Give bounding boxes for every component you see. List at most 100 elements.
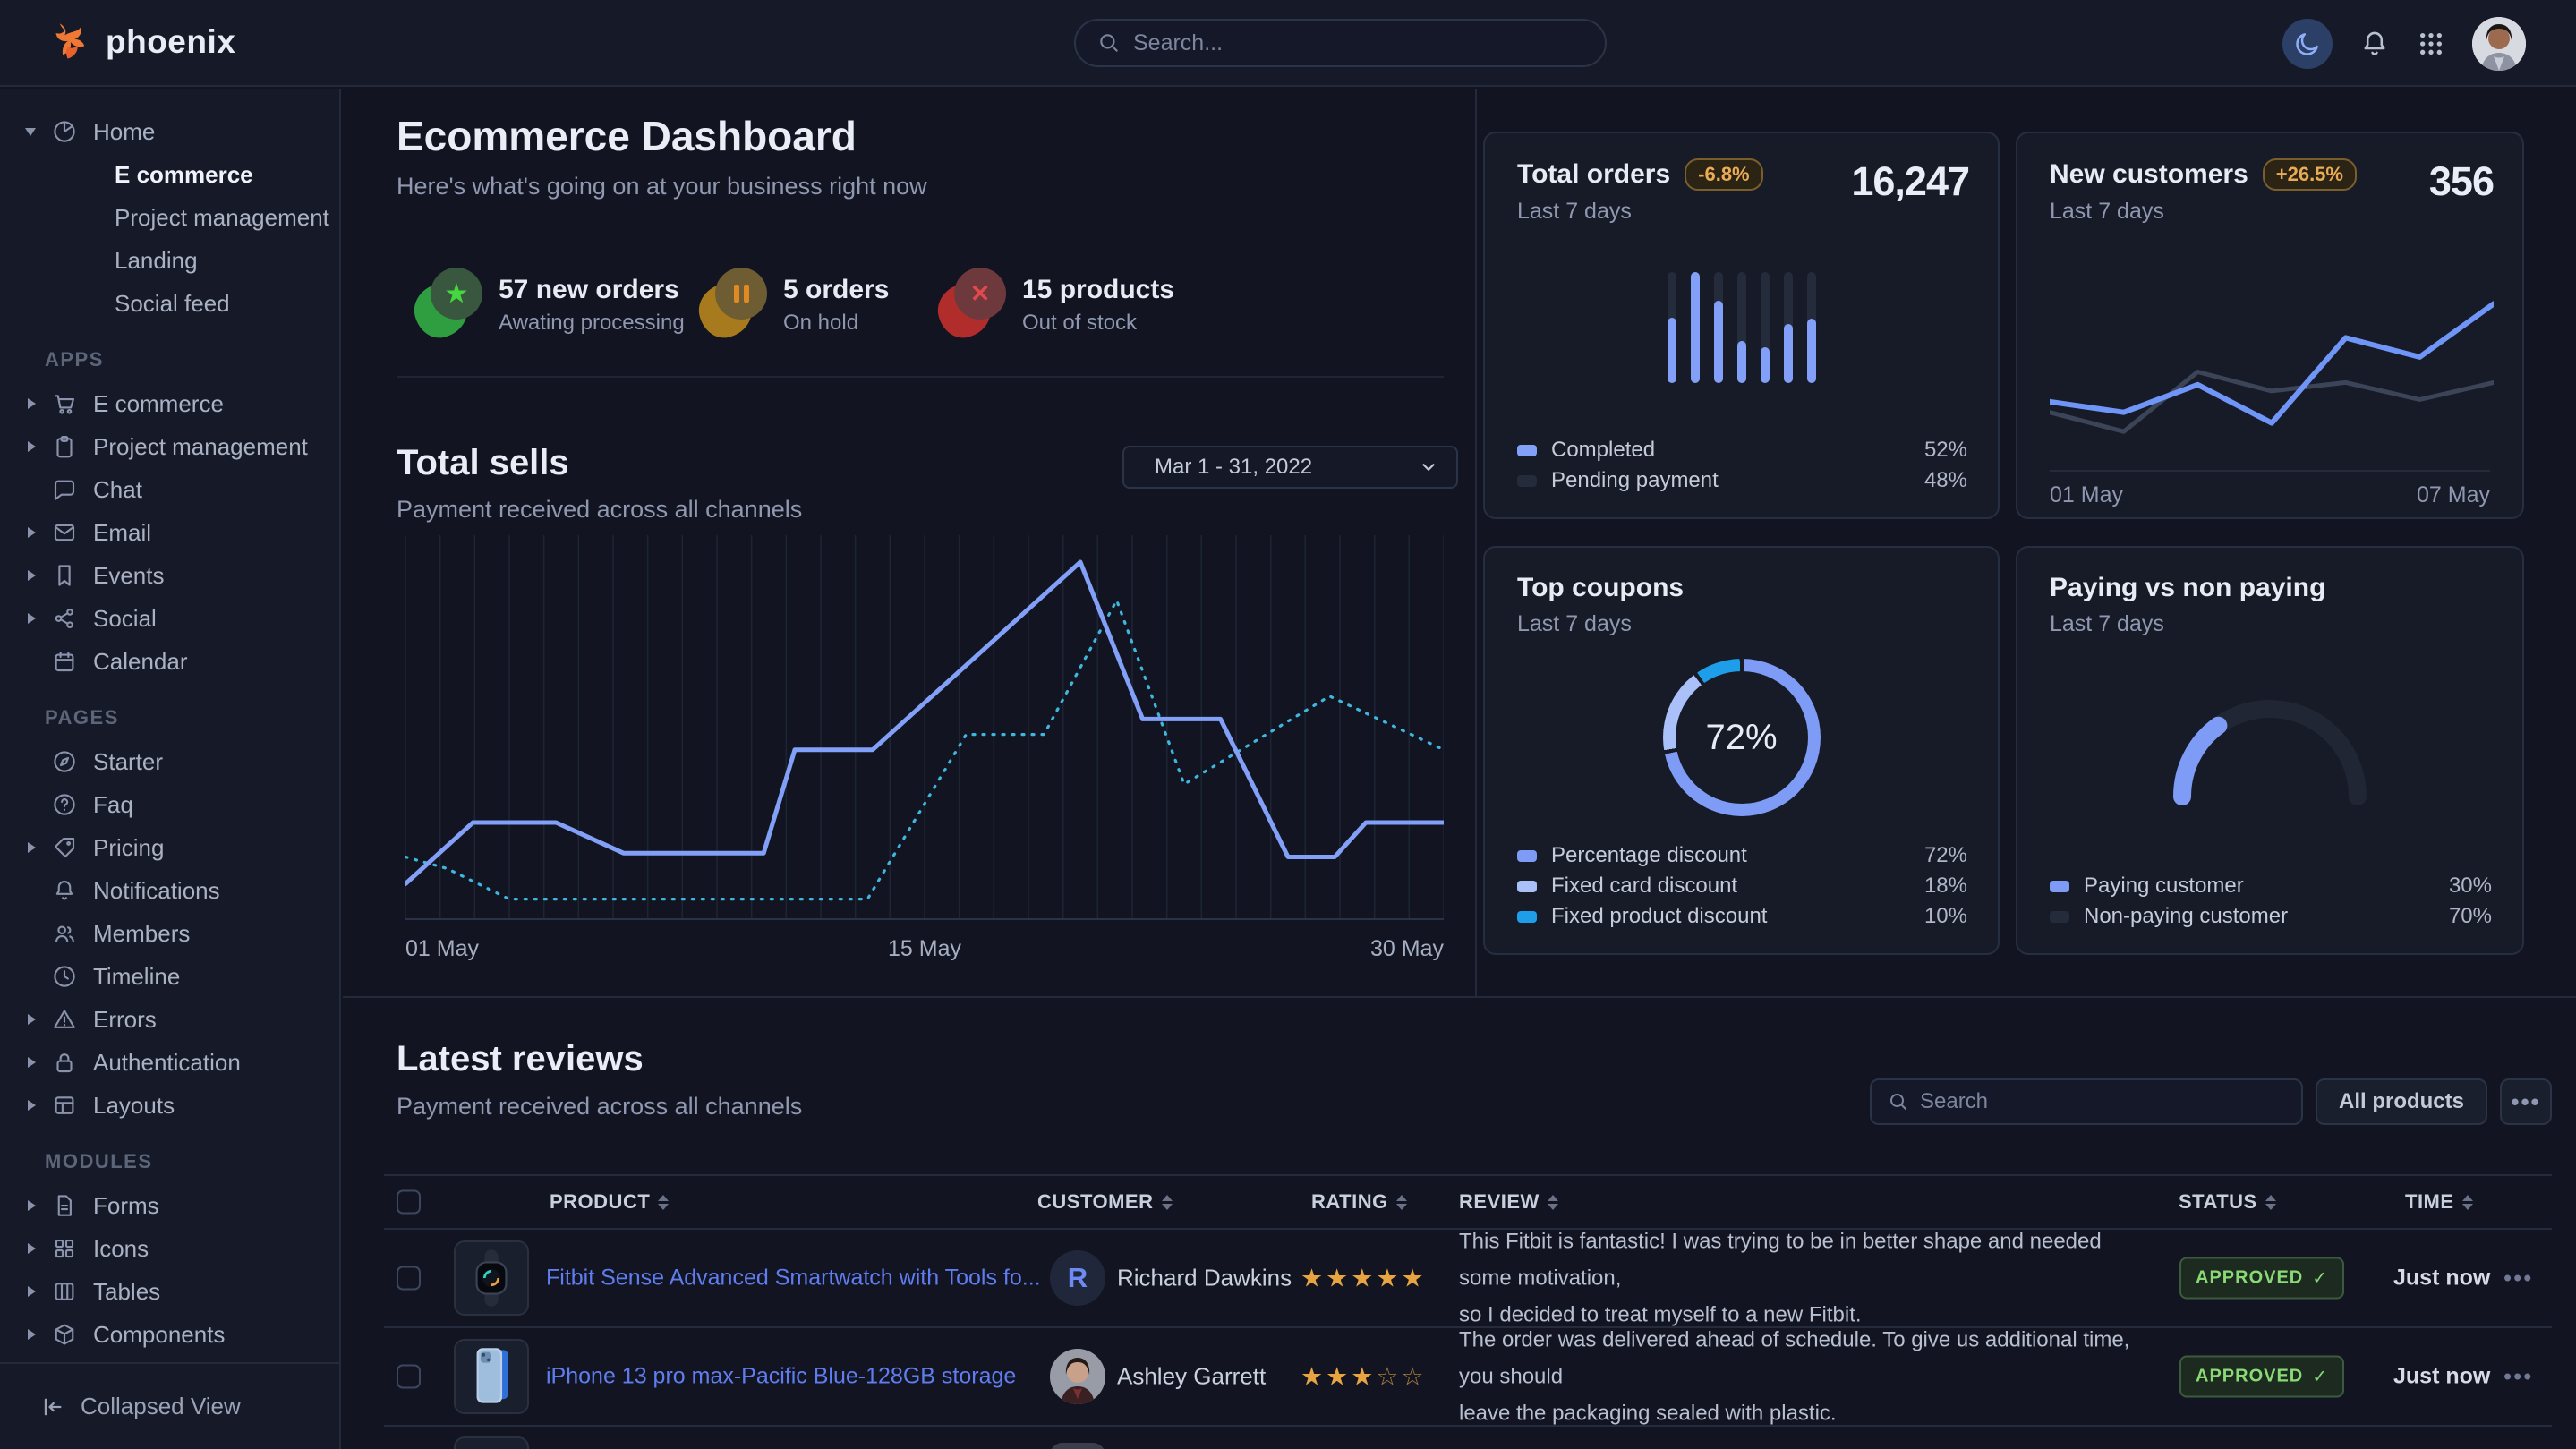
total-orders-change-badge: -6.8% <box>1685 158 1762 191</box>
notifications-button[interactable] <box>2359 29 2390 59</box>
column-header-product[interactable]: PRODUCT <box>550 1190 669 1214</box>
column-header-time[interactable]: TIME <box>2405 1190 2473 1214</box>
legend-item-non-paying-customer: Non-paying customer70% <box>2050 901 2492 932</box>
star-filled-icon: ★ <box>1326 1363 1351 1391</box>
legend-item-completed: Completed52% <box>1517 435 1967 465</box>
theme-toggle-button[interactable] <box>2282 19 2333 69</box>
sidebar-item-members[interactable]: Members <box>0 912 339 955</box>
sidebar-item-chat[interactable]: Chat <box>0 468 339 511</box>
new-customers-period: Last 7 days <box>2050 199 2357 225</box>
column-header-customer[interactable]: CUSTOMER <box>1037 1190 1173 1214</box>
paying-legend: Paying customer30%Non-paying customer70% <box>2050 871 2492 932</box>
row-checkbox[interactable] <box>397 1266 421 1291</box>
all-products-button[interactable]: All products <box>2316 1078 2487 1125</box>
sidebar-item-timeline[interactable]: Timeline <box>0 955 339 998</box>
sidebar-item-label: Events <box>93 562 165 590</box>
sidebar-subitem-project-management[interactable]: Project management <box>0 196 339 239</box>
sidebar-item-components[interactable]: Components <box>0 1313 339 1356</box>
total-sells-x-labels: 01 May 15 May 30 May <box>405 936 1444 962</box>
sidebar-item-home[interactable]: Home <box>0 110 339 153</box>
row-actions-button[interactable]: ••• <box>2503 1265 2533 1292</box>
row-actions-button[interactable]: ••• <box>2503 1363 2533 1391</box>
star-filled-icon: ★ <box>1351 1363 1376 1391</box>
sidebar-item-notifications[interactable]: Notifications <box>0 869 339 912</box>
legend-chip <box>1517 850 1537 862</box>
column-header-rating[interactable]: RATING <box>1311 1190 1407 1214</box>
sidebar-item-label: Forms <box>93 1192 159 1220</box>
brand-logo[interactable]: phoenix <box>52 21 235 63</box>
order-bar <box>1691 272 1700 383</box>
column-header-review[interactable]: REVIEW <box>1459 1190 1558 1214</box>
sidebar-item-icons[interactable]: Icons <box>0 1227 339 1270</box>
caret-right-icon <box>0 842 36 853</box>
review-time: Just now <box>2393 1364 2490 1390</box>
apps-grid-button[interactable] <box>2417 30 2445 58</box>
user-avatar[interactable] <box>2472 17 2526 71</box>
date-range-select[interactable]: Mar 1 - 31, 2022 <box>1122 446 1458 489</box>
sidebar-item-forms[interactable]: Forms <box>0 1184 339 1227</box>
legend-value: 10% <box>1924 904 1967 929</box>
new-customers-value: 356 <box>2429 158 2494 225</box>
product-link[interactable]: iPhone 13 pro max-Pacific Blue-128GB sto… <box>546 1364 1016 1389</box>
order-bar <box>1761 272 1770 383</box>
share-icon <box>36 605 93 632</box>
legend-label: Percentage discount <box>1551 843 1747 868</box>
sidebar-item-events[interactable]: Events <box>0 554 339 597</box>
legend-chip <box>2050 881 2069 892</box>
star-filled-icon: ★ <box>1376 1265 1401 1292</box>
legend-chip <box>1517 445 1537 456</box>
mail-icon <box>36 519 93 546</box>
top-coupons-title: Top coupons <box>1517 573 1684 603</box>
sidebar-item-pricing[interactable]: Pricing <box>0 826 339 869</box>
legend-label: Non-paying customer <box>2084 904 2288 929</box>
caret-right-icon <box>0 1200 36 1211</box>
reviews-more-button[interactable]: ••• <box>2500 1078 2552 1125</box>
page-subtitle: Here's what's going on at your business … <box>397 173 927 200</box>
stat-out-of-stock: ✕15 productsOut of stock <box>938 268 1174 337</box>
sidebar-item-e-commerce[interactable]: E commerce <box>0 382 339 425</box>
star-filled-icon: ★ <box>1351 1265 1376 1292</box>
sidebar-subitem-e-commerce[interactable]: E commerce <box>0 153 339 196</box>
table-row: iPhone 13 pro max-Pacific Blue-128GB sto… <box>384 1328 2552 1427</box>
sidebar-subitem-landing[interactable]: Landing <box>0 239 339 282</box>
sidebar-item-faq[interactable]: Faq <box>0 783 339 826</box>
sidebar-item-label: Authentication <box>93 1049 241 1077</box>
collapsed-view-button[interactable]: Collapsed View <box>39 1393 241 1420</box>
sort-icon <box>1162 1195 1173 1210</box>
sidebar-item-calendar[interactable]: Calendar <box>0 640 339 683</box>
navbar-search-input[interactable] <box>1133 30 1583 56</box>
select-all-checkbox[interactable] <box>397 1190 421 1215</box>
review-text: This Fitbit is fantastic! I was trying t… <box>1459 1223 2157 1334</box>
navbar-search[interactable] <box>1074 19 1607 67</box>
sidebar-subitem-social-feed[interactable]: Social feed <box>0 282 339 325</box>
legend-chip <box>2050 911 2069 923</box>
sidebar-item-layouts[interactable]: Layouts <box>0 1084 339 1127</box>
sidebar-item-authentication[interactable]: Authentication <box>0 1041 339 1084</box>
column-header-status[interactable]: STATUS <box>2179 1190 2276 1214</box>
product-thumbnail[interactable] <box>454 1240 529 1316</box>
sidebar-item-social[interactable]: Social <box>0 597 339 640</box>
sidebar-item-project-management[interactable]: Project management <box>0 425 339 468</box>
stat-awating-processing: ★57 new ordersAwating processing <box>414 268 685 337</box>
sidebar-item-errors[interactable]: Errors <box>0 998 339 1041</box>
moon-icon <box>2294 30 2321 57</box>
product-link[interactable]: Fitbit Sense Advanced Smartwatch with To… <box>546 1266 1041 1291</box>
sidebar-item-label: E commerce <box>93 390 224 418</box>
reviews-search[interactable] <box>1870 1078 2303 1125</box>
reviews-search-input[interactable] <box>1920 1089 2285 1114</box>
sidebar-item-email[interactable]: Email <box>0 511 339 554</box>
order-bar <box>1714 272 1723 383</box>
row-checkbox[interactable] <box>397 1365 421 1389</box>
collapse-icon <box>39 1394 64 1419</box>
legend-label: Fixed product discount <box>1551 904 1767 929</box>
sidebar-item-label: Notifications <box>93 877 220 905</box>
sidebar-item-tables[interactable]: Tables <box>0 1270 339 1313</box>
sidebar-item-starter[interactable]: Starter <box>0 740 339 783</box>
product-thumbnail[interactable] <box>454 1339 529 1414</box>
cart-icon <box>36 390 93 417</box>
legend-item-pending-payment: Pending payment48% <box>1517 465 1967 496</box>
star-empty-icon: ☆ <box>1401 1363 1426 1391</box>
total-orders-card: Total orders -6.8% Last 7 days 16,247 Co… <box>1483 132 2000 519</box>
warning-icon <box>36 1006 93 1033</box>
new-customers-x-start: 01 May <box>2050 482 2123 508</box>
